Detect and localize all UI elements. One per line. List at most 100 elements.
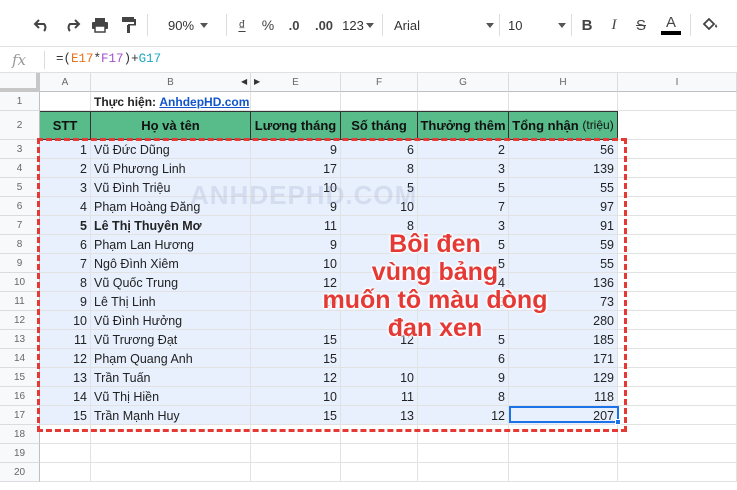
column-header-a[interactable]: A [40,73,91,92]
cell-empty[interactable] [618,330,737,349]
font-family-select[interactable]: Arial [394,14,494,36]
cell-empty[interactable] [618,387,737,406]
hidden-columns-left-arrow[interactable]: ◀ [241,77,247,86]
credit-link[interactable]: AnhdepHD.com [159,95,249,109]
currency-button[interactable]: ₫ [232,14,252,36]
cell-empty[interactable] [618,159,737,178]
row-header-16[interactable]: 16 [0,387,40,406]
cell-empty[interactable] [618,197,737,216]
cell-empty[interactable] [618,140,737,159]
row-header-5[interactable]: 5 [0,178,40,197]
cell-empty[interactable] [618,235,737,254]
column-header-g[interactable]: G [418,73,509,92]
cell-empty[interactable] [509,463,618,482]
row-header-18[interactable]: 18 [0,425,40,444]
column-header-e[interactable]: E [251,73,341,92]
cell-empty[interactable] [40,463,91,482]
header-name[interactable]: Họ và tên [91,111,251,140]
fill-color-icon[interactable] [699,14,721,36]
font-family-value: Arial [394,17,421,33]
font-size-select[interactable]: 10 [508,14,566,36]
print-icon[interactable] [88,14,112,36]
row-header-4[interactable]: 4 [0,159,40,178]
row-header-6[interactable]: 6 [0,197,40,216]
row-header-13[interactable]: 13 [0,330,40,349]
cell-empty[interactable] [251,444,341,463]
header-total[interactable]: Tổng nhận (triệu) [509,111,618,140]
row-header-15[interactable]: 15 [0,368,40,387]
zoom-select[interactable]: 90% [158,14,218,36]
formula-input[interactable]: =(E17*F17)+G17 [56,52,161,66]
row-header-2[interactable]: 2 [0,111,40,140]
row-header-9[interactable]: 9 [0,254,40,273]
row-header-1[interactable]: 1 [0,92,40,111]
cell-empty[interactable] [618,92,737,111]
column-header-f[interactable]: F [341,73,418,92]
cell-empty[interactable] [251,463,341,482]
cell-empty[interactable] [618,425,737,444]
header-months[interactable]: Số tháng [341,111,418,140]
increase-decimal-button[interactable]: .00 [310,14,338,36]
cell-empty[interactable] [251,92,341,111]
cell-empty[interactable] [618,368,737,387]
row-header-10[interactable]: 10 [0,273,40,292]
toolbar-divider [690,14,691,36]
cell-empty[interactable] [618,463,737,482]
column-header-b[interactable]: B [91,73,251,92]
redo-icon[interactable] [60,14,84,36]
undo-icon[interactable] [30,14,54,36]
cell-empty[interactable] [618,292,737,311]
cell-empty[interactable] [40,92,91,111]
column-header-h[interactable]: H [509,73,618,92]
cell-credit[interactable]: Thực hiện: AnhdepHD.com [91,92,251,111]
cell-empty[interactable] [341,444,418,463]
cell-empty[interactable] [418,444,509,463]
cell-empty[interactable] [341,463,418,482]
cell-empty[interactable] [618,178,737,197]
cell-empty[interactable] [40,444,91,463]
row-header-14[interactable]: 14 [0,349,40,368]
select-all-corner[interactable] [0,73,40,92]
hidden-columns-right-arrow[interactable]: ▶ [254,77,260,86]
italic-button[interactable]: I [605,14,623,36]
cell-empty[interactable] [618,273,737,292]
cell-empty[interactable] [618,444,737,463]
cell-empty[interactable] [618,349,737,368]
cell-empty[interactable] [91,463,251,482]
cell-empty[interactable] [618,216,737,235]
bold-button[interactable]: B [578,14,596,36]
cell-empty[interactable] [618,311,737,330]
formula-bar: fx =(E17*F17)+G17 [0,46,737,73]
row-header-3[interactable]: 3 [0,140,40,159]
strikethrough-button[interactable]: S [632,14,650,36]
header-bonus[interactable]: Thưởng thêm [418,111,509,140]
annotation-text: Bôi đen vùng bảng muốn tô màu dòng đan x… [300,230,570,342]
cell-empty[interactable] [418,463,509,482]
row-header-11[interactable]: 11 [0,292,40,311]
cell-empty[interactable] [618,406,737,425]
column-header-i[interactable]: I [618,73,737,92]
row-header-20[interactable]: 20 [0,463,40,482]
row-header-7[interactable]: 7 [0,216,40,235]
row-header-17[interactable]: 17 [0,406,40,425]
cell-empty[interactable] [509,444,618,463]
header-salary[interactable]: Lương tháng [251,111,341,140]
annotation-line: vùng bảng [371,258,499,286]
paint-format-icon[interactable] [117,14,141,36]
cell-empty[interactable] [418,92,509,111]
header-total-unit: (triệu) [582,118,614,132]
more-formats-select[interactable]: 123 [340,14,376,36]
row-header-19[interactable]: 19 [0,444,40,463]
row-header-8[interactable]: 8 [0,235,40,254]
row-header-12[interactable]: 12 [0,311,40,330]
cell-empty[interactable] [618,254,737,273]
cell-empty[interactable] [341,92,418,111]
header-stt[interactable]: STT [40,111,91,140]
cell-empty[interactable] [509,92,618,111]
percent-button[interactable]: % [258,14,278,36]
fx-icon: fx [12,51,27,69]
decrease-decimal-button[interactable]: .0 [282,14,306,36]
cell-empty[interactable] [618,111,737,140]
text-color-button[interactable]: A [660,14,682,36]
cell-empty[interactable] [91,444,251,463]
